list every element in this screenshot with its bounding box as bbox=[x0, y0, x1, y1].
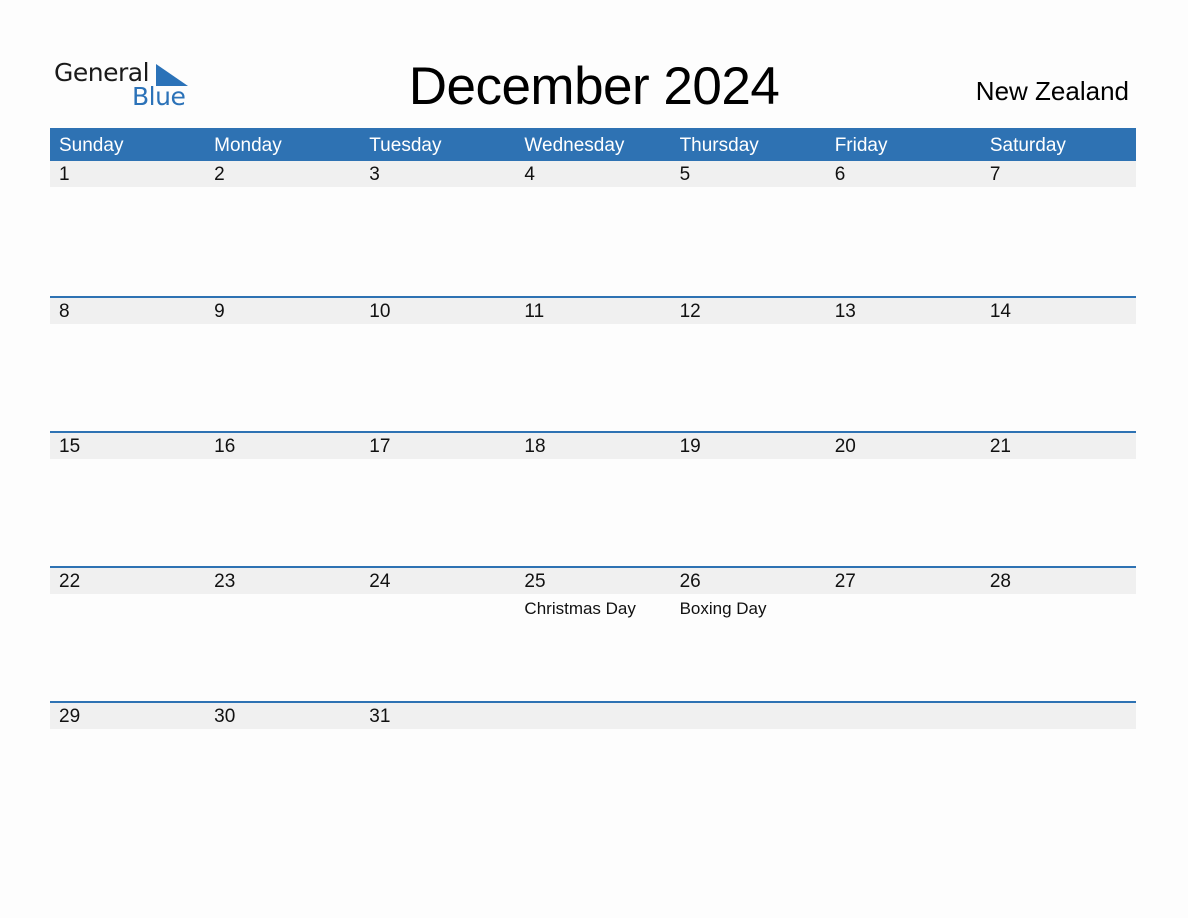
day-number: 1 bbox=[59, 164, 70, 185]
holiday-label: Boxing Day bbox=[679, 599, 767, 618]
day-number: 5 bbox=[679, 164, 691, 185]
day-number: 3 bbox=[369, 164, 380, 185]
calendar-grid: Sunday Monday Tuesday Wednesday Thursday… bbox=[50, 128, 1136, 836]
day-cell bbox=[981, 703, 1136, 836]
day-number: 11 bbox=[524, 301, 545, 322]
day-number: 26 bbox=[679, 571, 701, 592]
day-cell: 25 Christmas Day bbox=[515, 568, 670, 701]
day-number: 28 bbox=[989, 571, 1011, 592]
day-number: 13 bbox=[834, 301, 856, 322]
day-cell: 16 bbox=[205, 433, 360, 566]
day-cell: 29 bbox=[50, 703, 205, 836]
day-cell: 5 bbox=[671, 161, 826, 296]
day-cell bbox=[826, 703, 981, 836]
day-cell bbox=[671, 703, 826, 836]
day-number: 8 bbox=[59, 301, 70, 322]
day-cell: 2 bbox=[205, 161, 360, 296]
day-number: 2 bbox=[214, 164, 225, 185]
weekday-thursday: Thursday bbox=[679, 135, 759, 156]
week-cells: 29 30 31 bbox=[50, 703, 1136, 836]
day-number: 22 bbox=[59, 571, 81, 592]
week-cells: 1 2 3 4 5 6 7 bbox=[50, 161, 1136, 296]
weeks-container: 1 2 3 4 5 6 7 8 9 10 11 12 13 14 15 16 17 18 19 20 21 22 23 24 2… bbox=[50, 161, 1136, 836]
day-cell: 24 bbox=[360, 568, 515, 701]
day-number: 4 bbox=[524, 164, 535, 185]
day-cell: 10 bbox=[360, 298, 515, 431]
weekday-wednesday: Wednesday bbox=[524, 135, 625, 156]
weekday-sunday: Sunday bbox=[59, 135, 124, 156]
day-cell bbox=[515, 703, 670, 836]
day-number: 27 bbox=[834, 571, 856, 592]
day-number: 9 bbox=[214, 301, 225, 322]
day-cell: 20 bbox=[826, 433, 981, 566]
day-cell: 3 bbox=[360, 161, 515, 296]
day-number: 23 bbox=[214, 571, 236, 592]
week-cells: 8 9 10 11 12 13 14 bbox=[50, 298, 1136, 431]
day-cell: 21 bbox=[981, 433, 1136, 566]
day-number: 21 bbox=[989, 436, 1011, 457]
day-number: 7 bbox=[989, 164, 1001, 185]
day-cell: 11 bbox=[515, 298, 670, 431]
day-cell: 4 bbox=[515, 161, 670, 296]
day-number: 31 bbox=[369, 706, 391, 727]
day-cell: 8 bbox=[50, 298, 205, 431]
day-cell: 27 bbox=[826, 568, 981, 701]
day-cell: 23 bbox=[205, 568, 360, 701]
day-cell: 15 bbox=[50, 433, 205, 566]
day-cell: 6 bbox=[826, 161, 981, 296]
country-label: New Zealand bbox=[975, 76, 1129, 106]
day-cell: 7 bbox=[981, 161, 1136, 296]
day-cell: 26 Boxing Day bbox=[671, 568, 826, 701]
weekday-saturday: Saturday bbox=[989, 135, 1066, 156]
weekday-header: Sunday Monday Tuesday Wednesday Thursday… bbox=[50, 128, 1136, 161]
weekday-monday: Monday bbox=[214, 135, 282, 156]
day-number: 17 bbox=[369, 436, 391, 457]
day-number: 25 bbox=[524, 571, 546, 592]
day-number: 29 bbox=[59, 706, 81, 727]
day-number: 12 bbox=[679, 301, 701, 322]
weekday-tuesday: Tuesday bbox=[369, 135, 442, 156]
week-cells: 15 16 17 18 19 20 21 bbox=[50, 433, 1136, 566]
day-cell: 22 bbox=[50, 568, 205, 701]
day-cell: 18 bbox=[515, 433, 670, 566]
weekday-friday: Friday bbox=[834, 135, 888, 156]
day-cell: 14 bbox=[981, 298, 1136, 431]
day-cell: 17 bbox=[360, 433, 515, 566]
day-cell: 13 bbox=[826, 298, 981, 431]
day-cell: 31 bbox=[360, 703, 515, 836]
week-row: 22 23 24 25 Christmas Day 26 Boxing Day 27 28 bbox=[50, 566, 1136, 701]
day-number: 14 bbox=[989, 301, 1011, 322]
holiday-label: Christmas Day bbox=[524, 599, 636, 618]
day-number: 16 bbox=[214, 436, 236, 457]
day-cell: 1 bbox=[50, 161, 205, 296]
day-number: 10 bbox=[369, 301, 391, 322]
day-number: 15 bbox=[59, 436, 81, 457]
day-number: 19 bbox=[679, 436, 701, 457]
day-number: 18 bbox=[524, 436, 546, 457]
day-cell: 19 bbox=[671, 433, 826, 566]
day-cell: 9 bbox=[205, 298, 360, 431]
day-cell: 12 bbox=[671, 298, 826, 431]
day-number: 20 bbox=[834, 436, 856, 457]
week-row: 29 30 31 bbox=[50, 701, 1136, 836]
week-row: 1 2 3 4 5 6 7 bbox=[50, 161, 1136, 296]
week-row: 8 9 10 11 12 13 14 bbox=[50, 296, 1136, 431]
week-row: 15 16 17 18 19 20 21 bbox=[50, 431, 1136, 566]
day-cell: 30 bbox=[205, 703, 360, 836]
day-number: 6 bbox=[834, 164, 846, 185]
day-number: 30 bbox=[214, 706, 236, 727]
week-cells: 22 23 24 25 Christmas Day 26 Boxing Day 27 28 bbox=[50, 568, 1136, 701]
day-number: 24 bbox=[369, 571, 391, 592]
day-cell: 28 bbox=[981, 568, 1136, 701]
